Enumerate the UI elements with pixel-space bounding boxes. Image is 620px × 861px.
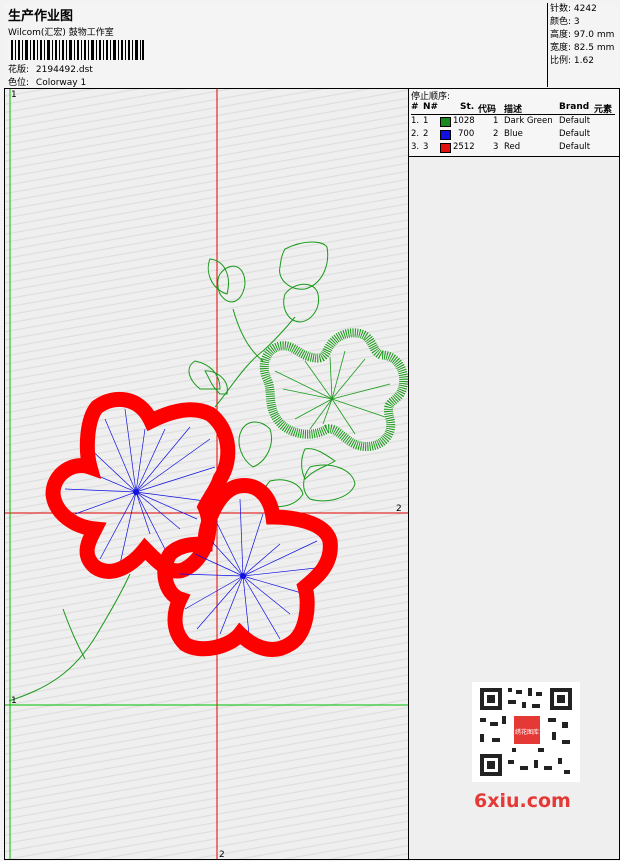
stop-code: 3 (493, 142, 499, 152)
col-header-no: N# (423, 102, 439, 112)
stitch-count-value: 4242 (573, 4, 597, 14)
scale-value: 1.62 (573, 56, 594, 66)
axis-label-top-left: 1 (11, 90, 17, 100)
stop-description: Dark Green (504, 116, 553, 126)
axis-label-bottom-left: 1 (11, 696, 17, 706)
header-panel: 生产作业图 Wilcom(汇宏) 鼓物工作室 花版: 2194492.dst 色… (4, 3, 547, 88)
studio-subtitle: Wilcom(汇宏) 鼓物工作室 (8, 28, 114, 38)
color-swatch (440, 117, 451, 127)
stitch-count-label: 针数: (550, 4, 572, 14)
width-label: 宽度: (550, 43, 572, 53)
col-header-num: # (411, 102, 419, 112)
stop-sequence-title: 停止顺序: (411, 92, 451, 102)
page-title: 生产作业图 (8, 9, 74, 24)
stitch-count-row: 针数: 4242 (548, 3, 619, 16)
axis-label-bottom: 2 (219, 850, 225, 859)
design-stats-panel: 针数: 4242 颜色: 3 高度: 97.0 mm 宽度: 82.5 mm 比… (547, 3, 619, 87)
col-header-stitches: St. (460, 102, 475, 112)
colorway-value: Colorway 1 (35, 78, 87, 88)
stop-index: 3. (411, 142, 420, 152)
design-canvas[interactable]: 1 1 2 2 (4, 88, 409, 860)
stop-needle: 3 (423, 142, 429, 152)
color-count-row: 颜色: 3 (548, 16, 619, 29)
scale-label: 比例: (550, 56, 572, 66)
design-file-value: 2194492.dst (35, 65, 93, 75)
stop-description: Blue (504, 129, 523, 139)
stop-sequence-panel: 停止顺序: # N# St. 代码 描述 Brand 元素 1. 1 1028 … (408, 88, 620, 157)
width-row: 宽度: 82.5 mm (548, 42, 619, 55)
stop-row[interactable]: 3. 3 2512 3 Red Default (409, 142, 619, 154)
qr-center-text: 绣花图库 (515, 728, 539, 736)
color-count-label: 颜色: (550, 17, 572, 27)
col-header-brand: Brand (559, 102, 590, 112)
colorway-label: 色位: (8, 78, 30, 88)
height-value: 97.0 mm (573, 30, 615, 40)
design-file-row: 花版: 2194492.dst (8, 62, 93, 75)
stop-row[interactable]: 2. 2 700 2 Blue Default (409, 129, 619, 141)
stop-index: 1. (411, 116, 420, 126)
color-swatch (440, 130, 451, 140)
colorway-row: 色位: Colorway 1 (8, 75, 86, 88)
stop-needle: 1 (423, 116, 429, 126)
stop-description: Red (504, 142, 521, 152)
stop-stitches: 700 (458, 129, 475, 139)
stop-index: 2. (411, 129, 420, 139)
height-label: 高度: (550, 30, 572, 40)
stop-needle: 2 (423, 129, 429, 139)
stop-brand: Default (559, 142, 591, 152)
scale-row: 比例: 1.62 (548, 55, 619, 68)
axis-label-right: 2 (396, 504, 402, 514)
stop-stitches: 2512 (453, 142, 475, 152)
qr-code-watermark: 绣花图库 (472, 682, 580, 782)
stop-brand: Default (559, 129, 591, 139)
design-file-label: 花版: (8, 65, 30, 75)
stop-brand: Default (559, 116, 591, 126)
header-divider (411, 114, 615, 115)
height-row: 高度: 97.0 mm (548, 29, 619, 42)
embroidery-preview: 1 1 2 2 (5, 89, 408, 859)
color-count-value: 3 (573, 17, 580, 27)
barcode-graphic (11, 40, 144, 60)
stop-row[interactable]: 1. 1 1028 1 Dark Green Default (409, 116, 619, 128)
stop-code: 1 (493, 116, 499, 126)
stop-code: 2 (493, 129, 499, 139)
width-value: 82.5 mm (573, 43, 615, 53)
stop-stitches: 1028 (453, 116, 475, 126)
site-logo-6xiu: 6xiu.com (474, 790, 571, 812)
color-swatch (440, 143, 451, 153)
green-flower (259, 328, 408, 451)
